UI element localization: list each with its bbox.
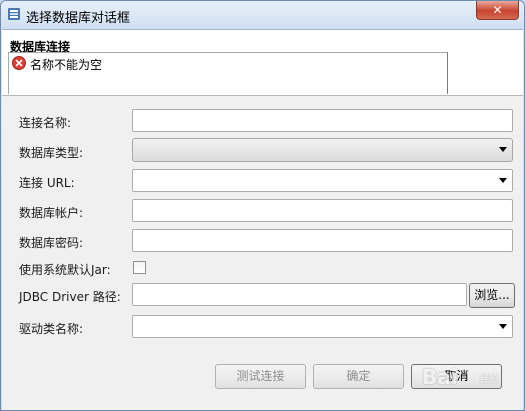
driver-path-label: JDBC Driver 路径:: [19, 290, 121, 304]
title-bar[interactable]: 选择数据库对话框 ✕: [1, 1, 524, 29]
header-panel: 数据库连接 名称不能为空: [2, 30, 523, 95]
account-input[interactable]: [132, 199, 513, 222]
header-divider: [2, 95, 523, 96]
connection-name-label: 连接名称:: [19, 116, 72, 130]
password-input[interactable]: [132, 229, 513, 252]
driver-class-label: 驱动类名称:: [19, 322, 84, 336]
test-connection-button[interactable]: 测试连接: [215, 364, 306, 389]
default-jar-label: 使用系统默认Jar:: [19, 263, 111, 277]
chevron-down-icon: [499, 147, 507, 152]
app-icon: [8, 8, 20, 20]
password-label: 数据库密码:: [19, 236, 84, 250]
db-type-select[interactable]: [132, 138, 513, 162]
ok-button[interactable]: 确定: [313, 364, 404, 389]
account-label: 数据库帐户:: [19, 206, 84, 220]
chevron-down-icon: [499, 324, 507, 329]
error-message: 名称不能为空: [30, 58, 103, 72]
cancel-button[interactable]: 取消: [411, 364, 502, 389]
connection-name-input[interactable]: [132, 109, 513, 132]
dialog-content: 数据库连接 名称不能为空 连接名称: 数据库类型: 连接 URL: 数据库帐户:…: [2, 29, 523, 410]
driver-class-combo[interactable]: [132, 315, 513, 338]
url-combo[interactable]: [132, 169, 513, 192]
url-label: 连接 URL:: [19, 176, 75, 190]
error-icon: [12, 56, 26, 70]
dialog-window: 选择数据库对话框 ✕ 数据库连接 名称不能为空 连接名称: 数据库类型: 连接 …: [0, 0, 525, 411]
db-type-label: 数据库类型:: [19, 146, 84, 160]
window-title: 选择数据库对话框: [26, 11, 131, 26]
default-jar-checkbox[interactable]: [133, 261, 146, 274]
message-area: 名称不能为空: [8, 52, 448, 94]
close-button[interactable]: ✕: [476, 1, 519, 20]
browse-button[interactable]: 浏览...: [469, 283, 515, 308]
close-icon: ✕: [492, 3, 503, 17]
driver-path-input[interactable]: [132, 283, 467, 306]
chevron-down-icon: [499, 178, 507, 183]
